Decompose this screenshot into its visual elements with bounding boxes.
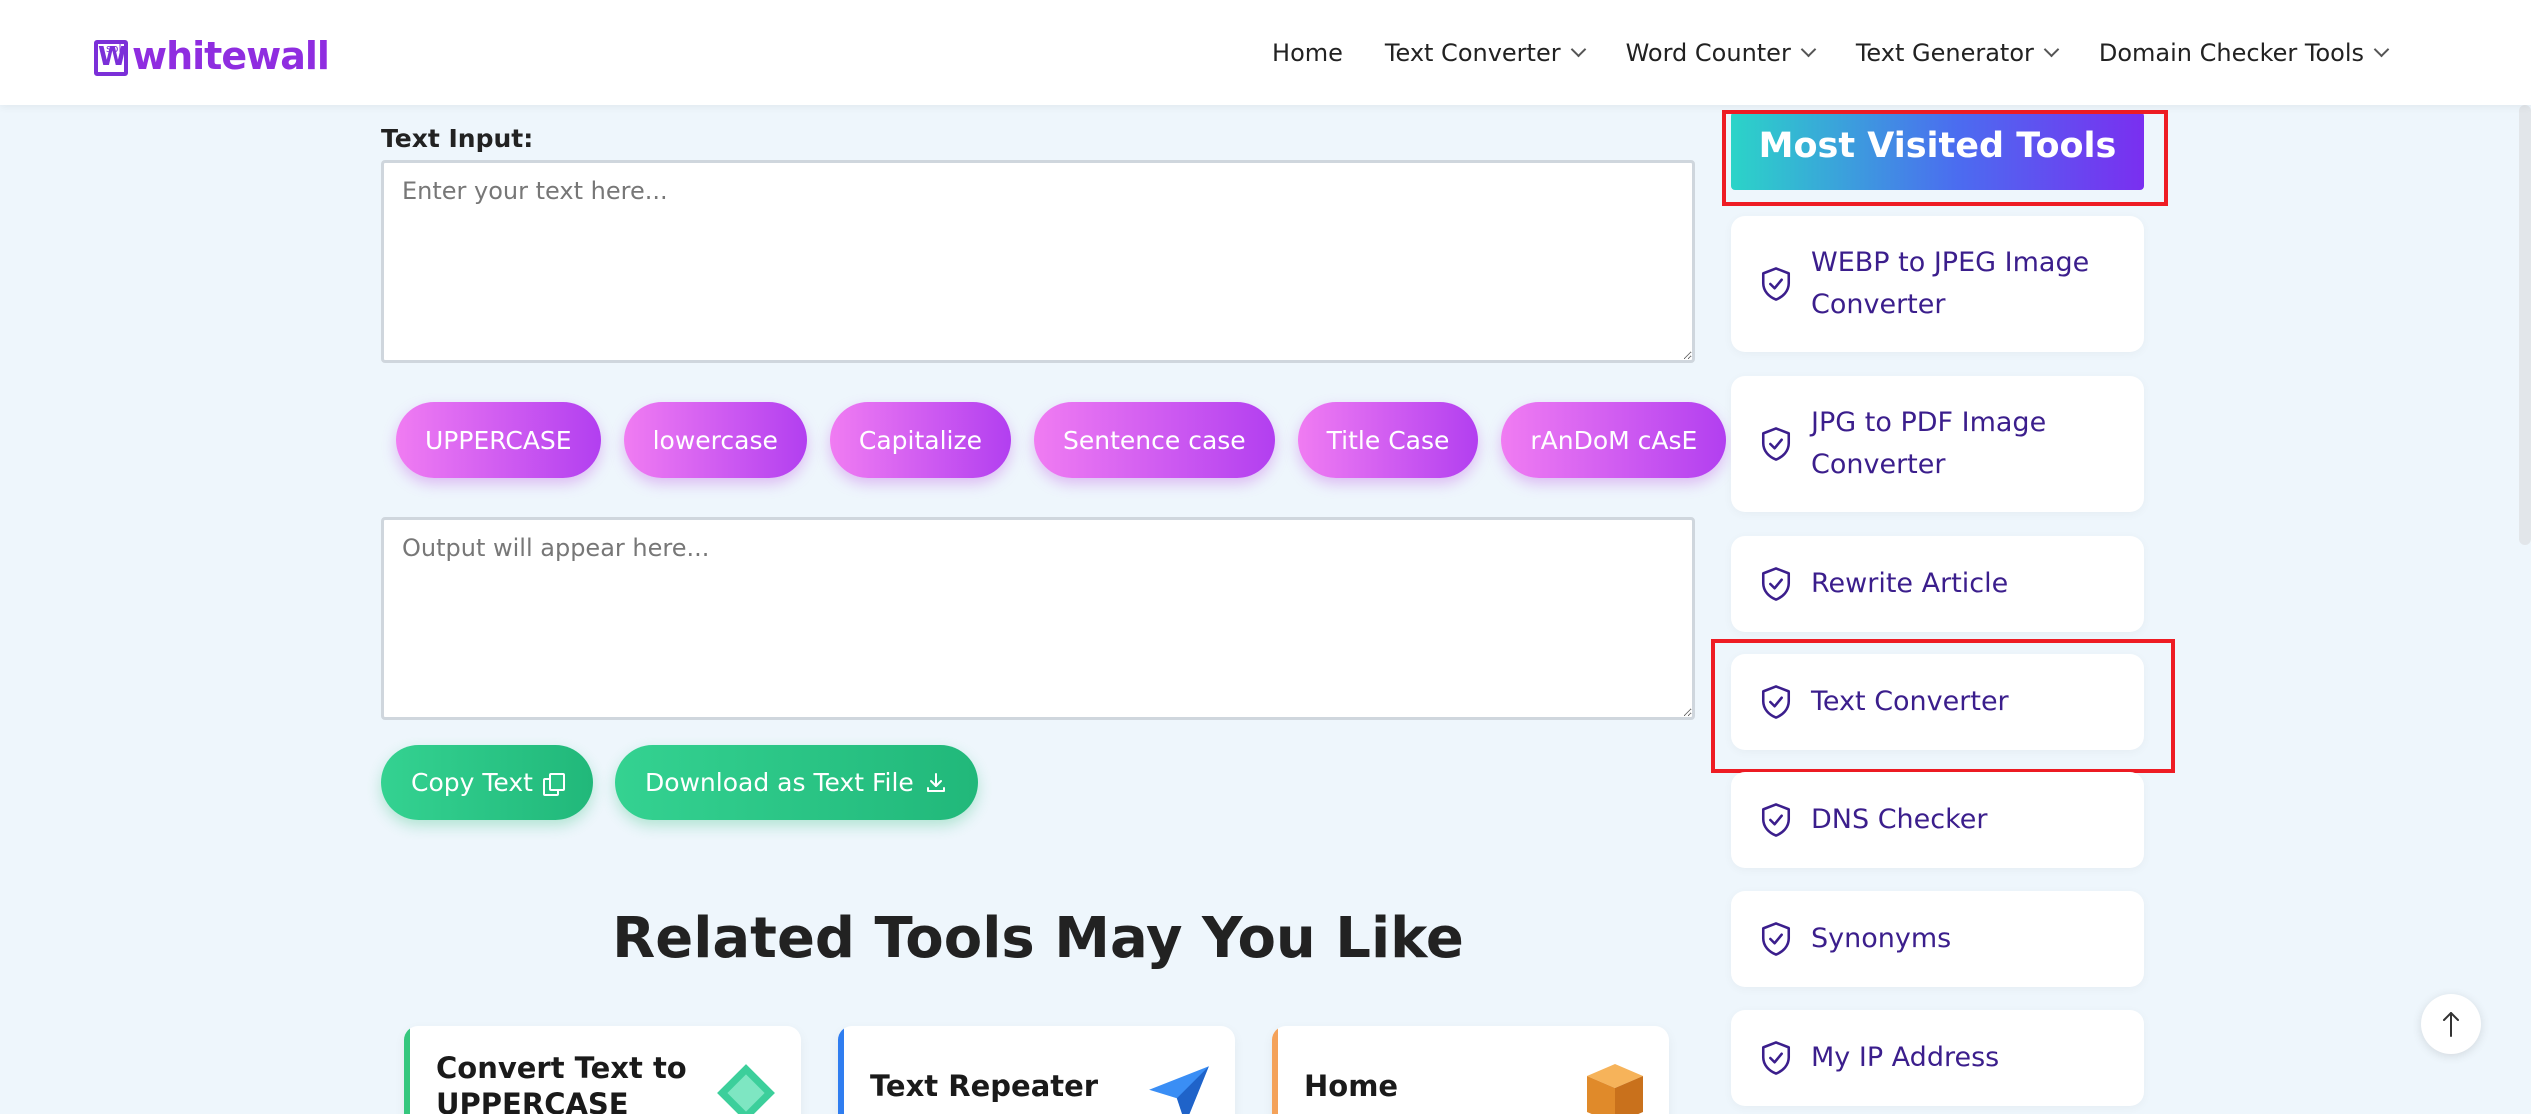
gem-icon xyxy=(717,1064,775,1114)
arrow-up-icon xyxy=(2443,1012,2459,1037)
nav-domain-checker-tools[interactable]: Domain Checker Tools xyxy=(2099,39,2390,67)
sidebar-item-label: DNS Checker xyxy=(1811,804,1988,835)
sidebar-item-label: My IP Address xyxy=(1811,1042,2000,1073)
most-visited-tools-heading: Most Visited Tools xyxy=(1731,112,2144,190)
box-icon xyxy=(1587,1064,1643,1114)
shield-check-icon xyxy=(1761,803,1791,837)
sidebar-item-dns-checker[interactable]: DNS Checker xyxy=(1731,772,2144,868)
sidebar-item-my-ip-address[interactable]: My IP Address xyxy=(1731,1010,2144,1106)
chevron-down-icon xyxy=(1800,41,1817,58)
nav-text-converter[interactable]: Text Converter xyxy=(1385,39,1586,67)
sentence-case-button[interactable]: Sentence case xyxy=(1034,402,1275,478)
sidebar-item-label: WEBP to JPEG Image Converter xyxy=(1811,247,2090,320)
uppercase-button[interactable]: UPPERCASE xyxy=(396,402,601,478)
sidebar-item-jpg-to-pdf[interactable]: JPG to PDF Image Converter xyxy=(1731,376,2144,512)
paper-plane-icon xyxy=(1149,1066,1209,1114)
card-accent-bar xyxy=(1272,1026,1278,1114)
card-accent-bar xyxy=(838,1026,844,1114)
sidebar-item-synonyms[interactable]: Synonyms xyxy=(1731,891,2144,987)
download-text-file-button[interactable]: Download as Text File xyxy=(614,745,978,820)
site-logo[interactable]: sol W whitewall xyxy=(94,26,330,78)
sidebar-item-text-converter[interactable]: Text Converter xyxy=(1731,654,2144,750)
sidebar-item-label: Synonyms xyxy=(1811,923,1952,954)
nav-home[interactable]: Home xyxy=(1272,39,1343,67)
related-card-text-repeater[interactable]: Text Repeater xyxy=(838,1026,1235,1114)
logo-text: whitewall xyxy=(132,34,330,78)
card-accent-bar xyxy=(404,1026,410,1114)
action-button-row: Copy Text Download as Text File xyxy=(381,745,1000,820)
title-case-button[interactable]: Title Case xyxy=(1297,402,1479,478)
main-nav: Home Text Converter Word Counter Text Ge… xyxy=(1230,0,2390,105)
sidebar-item-label: Rewrite Article xyxy=(1811,568,2009,599)
related-card-title: Text Repeater xyxy=(870,1069,1099,1103)
chevron-down-icon xyxy=(1570,41,1586,58)
sidebar-item-label: JPG to PDF Image Converter xyxy=(1811,407,2047,480)
scroll-to-top-button[interactable] xyxy=(2421,994,2481,1054)
text-input-field[interactable] xyxy=(381,160,1695,363)
shield-check-icon xyxy=(1761,427,1791,461)
page-scrollbar[interactable] xyxy=(2519,105,2531,545)
shield-check-icon xyxy=(1761,567,1791,601)
capitalize-button[interactable]: Capitalize xyxy=(829,402,1011,478)
related-card-title: Home xyxy=(1304,1069,1399,1103)
lowercase-button[interactable]: lowercase xyxy=(623,402,807,478)
download-icon xyxy=(926,772,945,792)
download-label: Download as Text File xyxy=(644,768,914,797)
shield-check-icon xyxy=(1761,685,1791,719)
text-output-field[interactable] xyxy=(381,517,1695,720)
copy-text-label: Copy Text xyxy=(411,768,533,797)
nav-word-counter[interactable]: Word Counter xyxy=(1626,39,1817,67)
nav-text-generator[interactable]: Text Generator xyxy=(1856,39,2060,67)
shield-check-icon xyxy=(1761,267,1791,301)
related-card-home[interactable]: Home xyxy=(1272,1026,1669,1114)
random-case-button[interactable]: rAnDoM cAsE xyxy=(1501,402,1727,478)
related-tools-heading: Related Tools May You Like xyxy=(612,906,1464,971)
chevron-down-icon xyxy=(2043,41,2060,58)
text-input-label: Text Input: xyxy=(381,124,534,153)
shield-check-icon xyxy=(1761,922,1791,956)
sidebar-item-rewrite-article[interactable]: Rewrite Article xyxy=(1731,536,2144,632)
copy-icon xyxy=(542,772,565,796)
sidebar-item-webp-to-jpeg[interactable]: WEBP to JPEG Image Converter xyxy=(1731,216,2144,352)
shield-check-icon xyxy=(1761,1041,1791,1075)
logo-mark-icon: sol W xyxy=(94,40,128,76)
chevron-down-icon xyxy=(2373,41,2390,58)
related-card-title: Convert Text to UPPERCASE xyxy=(436,1051,687,1114)
related-card-uppercase[interactable]: Convert Text to UPPERCASE xyxy=(404,1026,801,1114)
sidebar-item-label: Text Converter xyxy=(1811,686,2009,717)
copy-text-button[interactable]: Copy Text xyxy=(381,745,593,820)
case-button-row: UPPERCASE lowercase Capitalize Sentence … xyxy=(396,402,1749,478)
site-header: sol W whitewall Home Text Converter Word… xyxy=(0,0,2531,105)
